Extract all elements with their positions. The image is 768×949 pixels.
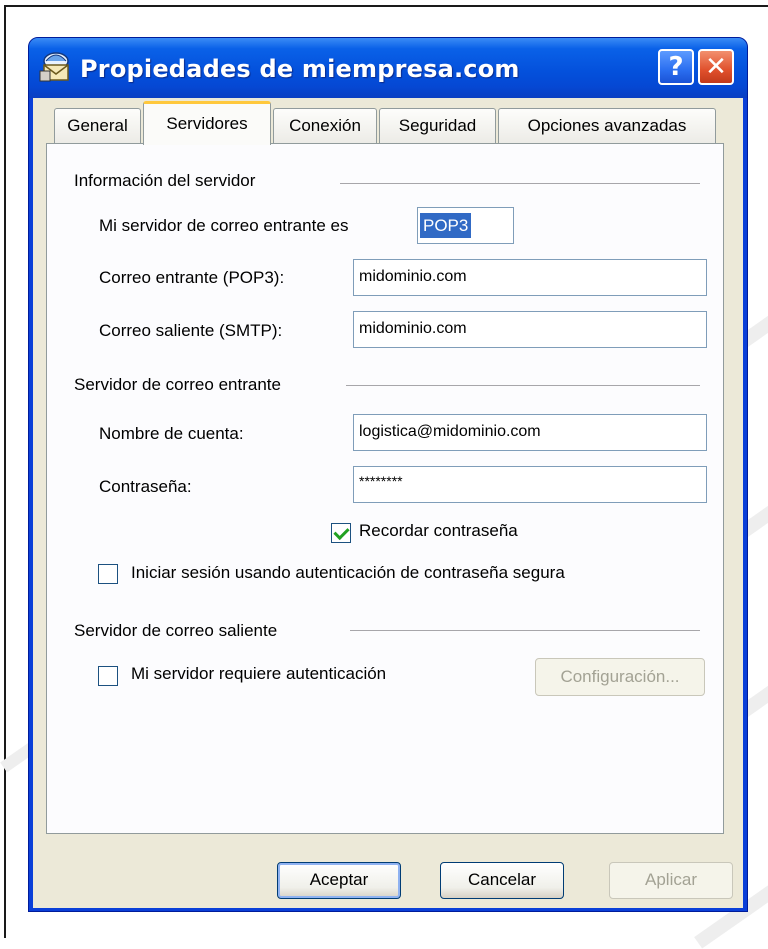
tab-servidores[interactable]: Servidores [143, 101, 271, 145]
tab-opciones-avanzadas[interactable]: Opciones avanzadas [498, 108, 716, 144]
group-divider [346, 385, 700, 386]
group-title-server-info: Información del servidor [74, 171, 256, 190]
cancel-button[interactable]: Cancelar [440, 862, 564, 899]
incoming-type-label: Mi servidor de correo entrante es [99, 216, 349, 235]
tab-conexion[interactable]: Conexión [273, 108, 377, 144]
outgoing-settings-button[interactable]: Configuración... [535, 658, 705, 696]
outgoing-auth-label[interactable]: Mi servidor requiere autenticación [131, 664, 386, 684]
tab-seguridad[interactable]: Seguridad [379, 108, 496, 144]
ok-button[interactable]: Aceptar [277, 862, 401, 899]
window-title: Propiedades de miempresa.com [80, 55, 520, 83]
incoming-server-input[interactable]: midominio.com [353, 259, 707, 296]
screenshot-frame-top [4, 5, 768, 7]
group-divider [340, 183, 700, 184]
screenshot-frame-left [4, 5, 6, 938]
close-button[interactable]: ✕ [698, 49, 734, 85]
group-title-outgoing-server: Servidor de correo saliente [74, 621, 278, 640]
tab-general[interactable]: General [54, 108, 141, 144]
help-button[interactable]: ? [658, 49, 694, 85]
password-label: Contraseña: [99, 477, 192, 496]
password-input[interactable]: ******** [353, 466, 707, 503]
remember-password-label[interactable]: Recordar contraseña [359, 521, 518, 541]
account-name-input[interactable]: logistica@midominio.com [353, 414, 707, 451]
account-name-label: Nombre de cuenta: [99, 424, 244, 443]
apply-button[interactable]: Aplicar [609, 862, 733, 899]
group-divider [350, 630, 700, 631]
secure-auth-checkbox[interactable] [98, 564, 118, 584]
incoming-server-label: Correo entrante (POP3): [99, 268, 285, 287]
secure-auth-label[interactable]: Iniciar sesión usando autenticación de c… [131, 563, 565, 583]
remember-password-checkbox[interactable] [331, 523, 351, 543]
group-title-incoming-server: Servidor de correo entrante [74, 375, 281, 394]
outgoing-server-label: Correo saliente (SMTP): [99, 321, 283, 340]
outgoing-auth-checkbox[interactable] [98, 666, 118, 686]
mail-account-icon [39, 52, 69, 82]
incoming-type-value: POP3 [418, 212, 473, 239]
outgoing-server-input[interactable]: midominio.com [353, 311, 707, 348]
